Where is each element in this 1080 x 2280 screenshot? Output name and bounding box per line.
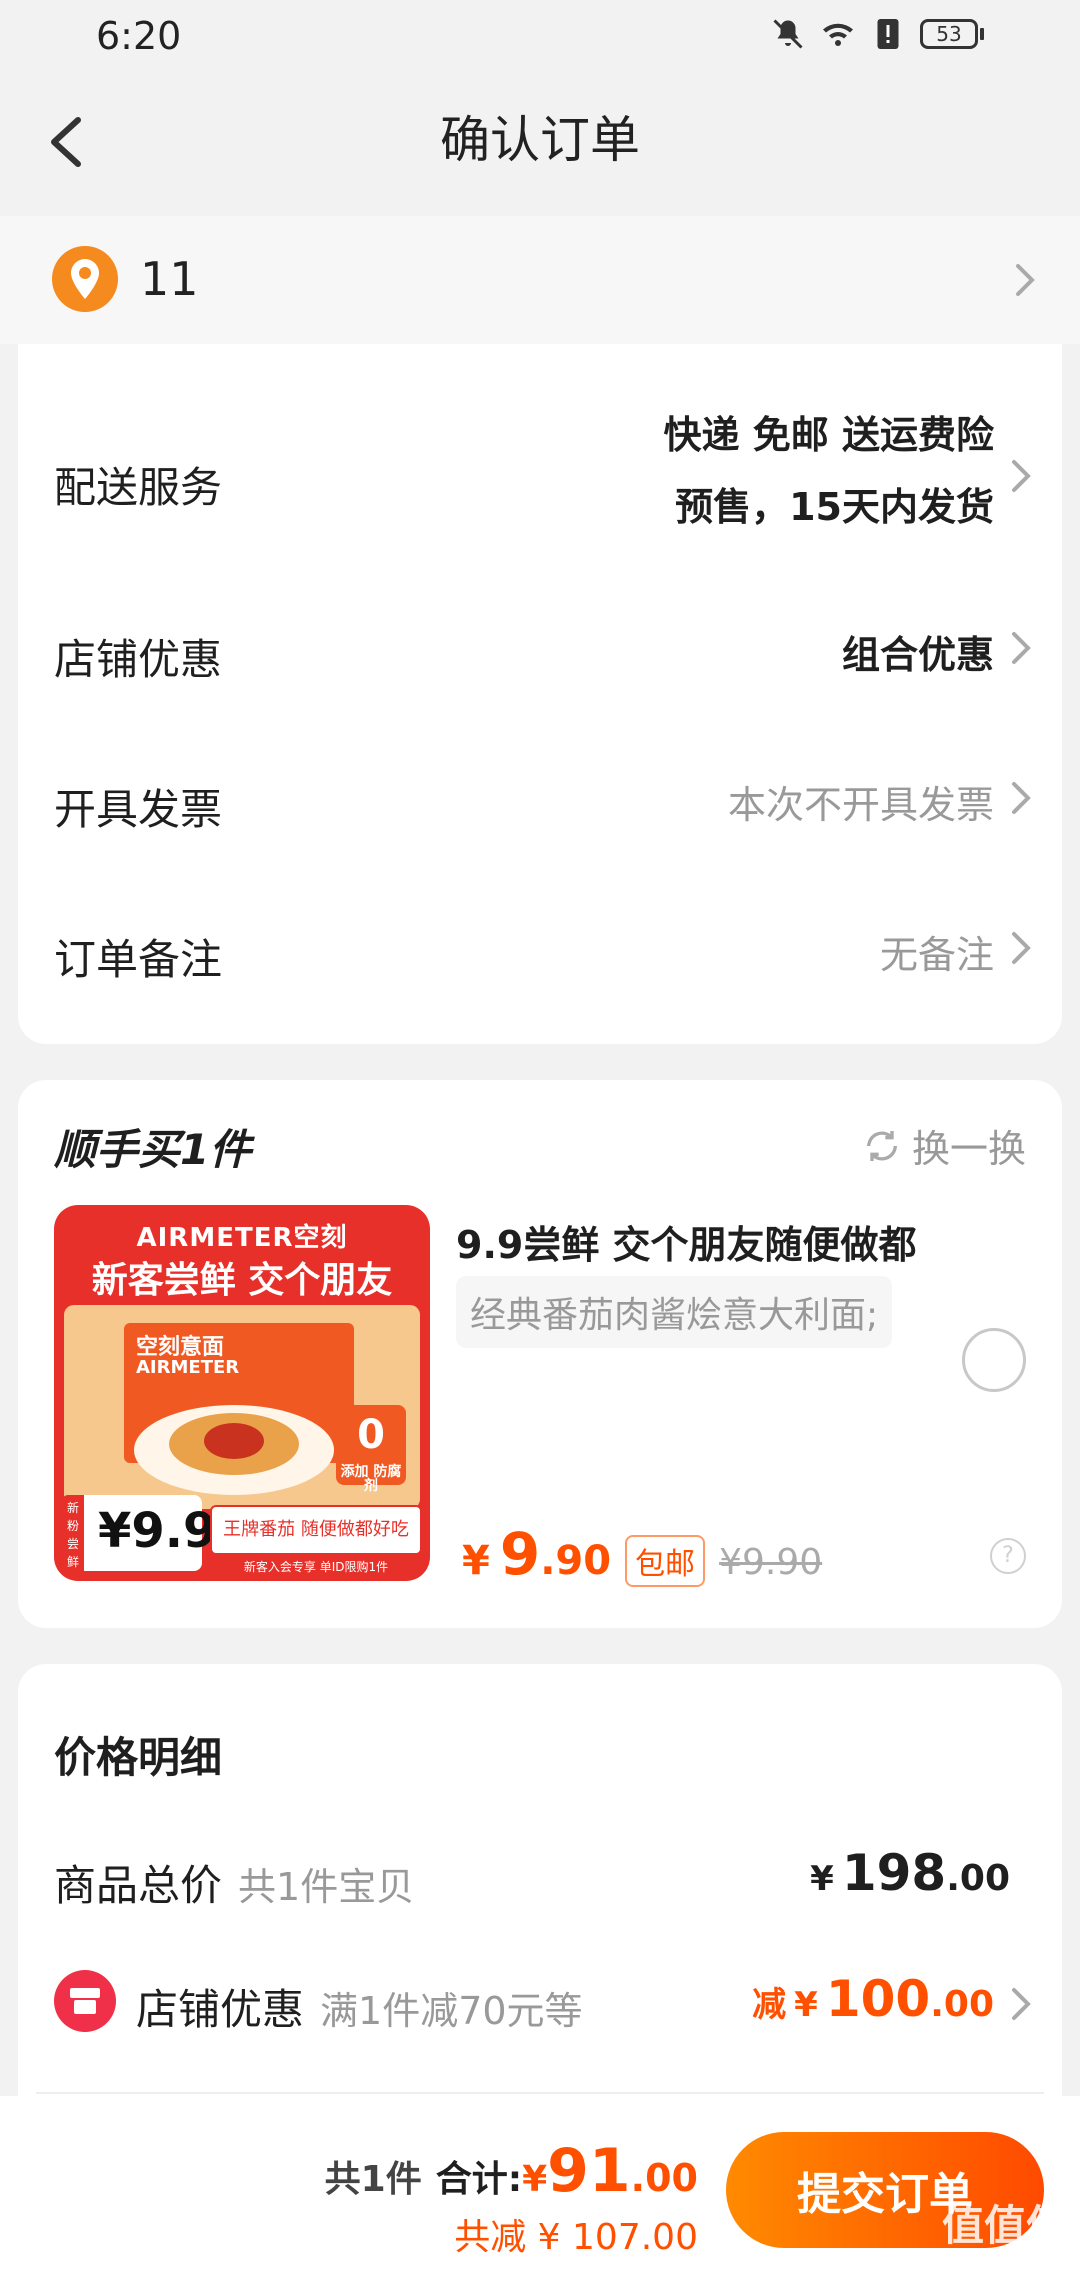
items-total-label: 商品总价	[54, 1861, 223, 1910]
chevron-right-icon	[1012, 782, 1031, 814]
image-price-value: ¥9.9	[98, 1503, 217, 1559]
status-time: 6:20	[96, 14, 182, 58]
address-text: 11	[140, 252, 199, 306]
checkout-bar: 共1件 合计: ¥ 91 .00 共减 ¥ 107.00 提交订单 值值值 zh…	[0, 2096, 1080, 2280]
invoice-label: 开具发票	[54, 785, 223, 834]
total-decimal: .00	[630, 2156, 698, 2200]
chevron-right-icon	[1012, 632, 1031, 664]
mute-icon	[773, 19, 803, 49]
divider	[36, 2092, 1044, 2094]
free-shipping-badge: 包邮	[625, 1535, 706, 1587]
product-name[interactable]: 9.9尝鲜 交个朋友随便做都	[456, 1214, 917, 1269]
shop-discount-detail-label: 店铺优惠	[136, 1985, 305, 2034]
original-price: ¥9.90	[719, 1542, 823, 1583]
product-spec[interactable]: 经典番茄肉酱烩意大利面;	[456, 1276, 893, 1348]
image-price-tag: 新粉尝鲜 ¥9.9	[62, 1495, 216, 1571]
chevron-right-icon	[1016, 264, 1035, 296]
product-image[interactable]: AIRMETER空刻 新客尝鲜 交个朋友 空刻意面 AIRMETER 0 添加 防…	[54, 1205, 430, 1581]
invoice-row[interactable]: 开具发票 本次不开具发票	[18, 766, 1062, 846]
sauce-graphic	[204, 1423, 264, 1459]
status-icons: 53	[770, 16, 984, 52]
shop-discount-value: 组合优惠	[841, 633, 994, 677]
delivery-service-row[interactable]: 配送服务 快递 免邮 送运费险 预售，15天内发货	[18, 404, 1062, 554]
shop-discount-detail-label-group[interactable]: 店铺优惠 满1件减70元等	[136, 1976, 583, 2037]
order-total: 共1件 合计: ¥ 91 .00	[325, 2136, 698, 2206]
swap-label: 换一换	[911, 1127, 1026, 1171]
total-integer: 91	[547, 2136, 631, 2206]
invoice-value: 本次不开具发票	[727, 783, 994, 827]
delivery-line1: 快递 免邮 送运费险	[663, 413, 994, 457]
address-row[interactable]: 11	[0, 216, 1080, 344]
chevron-right-icon	[1012, 932, 1031, 964]
shop-discount-label: 店铺优惠	[54, 635, 223, 684]
refresh-icon	[866, 1130, 897, 1161]
wifi-icon	[823, 23, 853, 46]
status-bar: 6:20 53	[0, 0, 1080, 72]
battery-icon: 53	[920, 19, 984, 49]
delivery-label: 配送服务	[54, 463, 223, 512]
shop-discount-detail-sub: 满1件减70元等	[320, 1989, 583, 2033]
product-price-row: ¥ 9 .90 包邮 ¥9.90	[462, 1520, 822, 1588]
product-image-panel: 空刻意面 AIRMETER 0 添加 防腐剂	[64, 1305, 420, 1509]
items-count: 共1件宝贝	[238, 1865, 415, 1909]
image-fine-print: 新客入会专享 单ID限购1件	[243, 1560, 389, 1574]
zero-additive-badge: 0 添加 防腐剂	[336, 1405, 406, 1493]
order-note-label: 订单备注	[54, 935, 223, 984]
header: 确认订单	[0, 72, 1080, 212]
product-image-brand: AIRMETER空刻	[136, 1223, 348, 1253]
items-total-label-group: 商品总价 共1件宝贝	[54, 1852, 414, 1913]
page-title: 确认订单	[440, 111, 640, 169]
total-count: 共1件	[324, 2159, 422, 2200]
total-saved: 共减 ¥ 107.00	[454, 2217, 698, 2258]
shop-discount-amount[interactable]: 减 ¥100.00	[752, 1970, 994, 2028]
chevron-right-icon[interactable]	[1010, 1986, 1032, 2022]
image-tagline: 王牌番茄 随便做都好吃	[210, 1505, 422, 1555]
delivery-line2: 预售，15天内发货	[675, 485, 994, 529]
order-note-value: 无备注	[879, 933, 994, 977]
watermark-logo: 值值值 zhizhizhi.com	[941, 2201, 1068, 2274]
price-detail-title: 价格明细	[54, 1733, 223, 1782]
select-product-radio[interactable]	[962, 1328, 1026, 1392]
new-fan-badge: 新粉尝鲜	[62, 1495, 84, 1571]
shop-icon	[54, 1970, 116, 2032]
location-pin-icon	[52, 246, 118, 312]
recommend-title: 顺手买1件	[54, 1125, 252, 1174]
order-note-row[interactable]: 订单备注 无备注	[18, 916, 1062, 996]
price-currency: ¥	[462, 1538, 490, 1584]
items-total-value: ¥198.00	[810, 1844, 1010, 1902]
chevron-right-icon	[1012, 460, 1031, 492]
product-image-slogan: 新客尝鲜 交个朋友	[91, 1260, 393, 1301]
package-subtitle: AIRMETER	[136, 1357, 240, 1378]
shop-discount-row[interactable]: 店铺优惠 组合优惠	[18, 616, 1062, 696]
price-decimal: .90	[540, 1538, 612, 1584]
total-currency: ¥	[522, 2159, 548, 2200]
order-options-card: 配送服务 快递 免邮 送运费险 预售，15天内发货 店铺优惠 组合优惠 开具发票…	[18, 344, 1062, 1044]
swap-button[interactable]: 换一换	[862, 1118, 1026, 1173]
alert-icon	[877, 19, 899, 49]
add-on-recommendation-card: 顺手买1件 换一换 AIRMETER空刻 新客尝鲜 交个朋友 空刻意面 AIRM…	[18, 1080, 1062, 1628]
price-integer: 9	[499, 1520, 541, 1588]
help-icon[interactable]: ?	[990, 1538, 1026, 1574]
total-label: 合计:	[435, 2159, 523, 2200]
